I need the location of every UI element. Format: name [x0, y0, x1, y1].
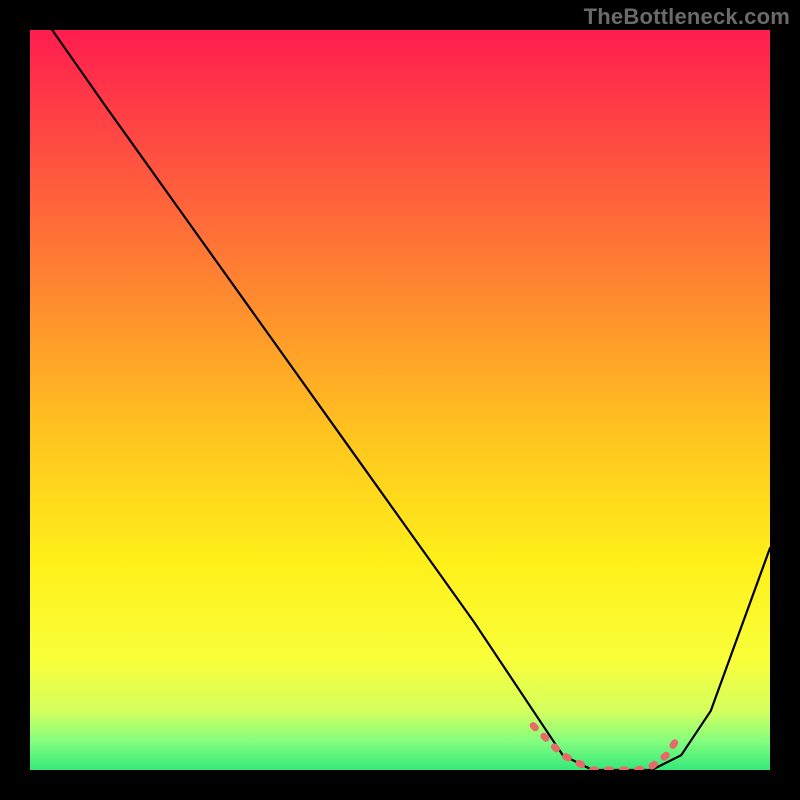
chart-container: TheBottleneck.com: [0, 0, 800, 800]
bottleneck-curve: [52, 30, 770, 770]
chart-svg: [30, 30, 770, 770]
watermark-text: TheBottleneck.com: [584, 4, 790, 30]
curve-layer: [52, 30, 770, 770]
plot-area: [30, 30, 770, 770]
valley-highlight: [533, 726, 681, 770]
